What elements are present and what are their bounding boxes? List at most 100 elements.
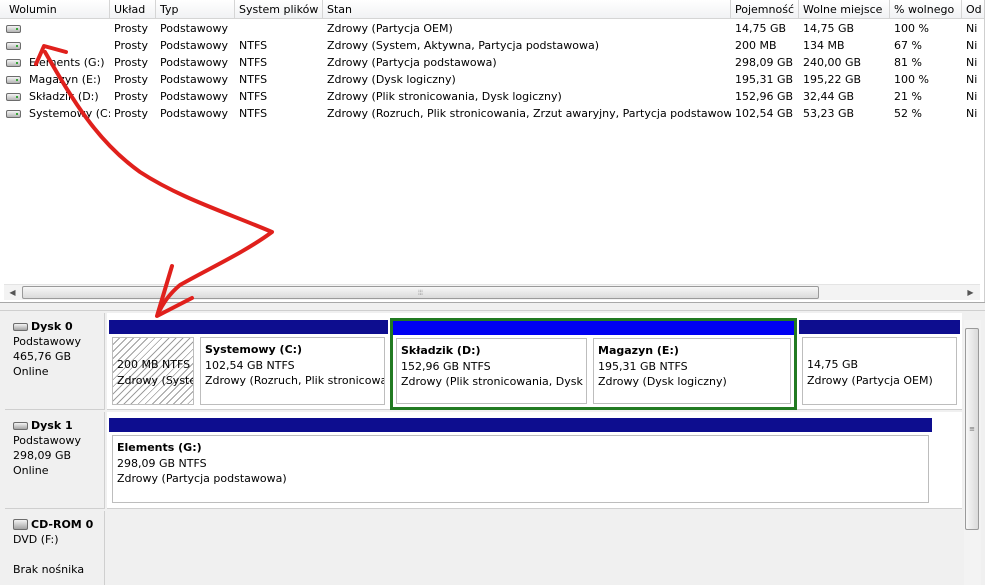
disk-0-type: Podstawowy bbox=[13, 335, 81, 348]
volume-cell-percent-free: 52 % bbox=[894, 107, 922, 120]
partition-type-bar bbox=[109, 418, 932, 432]
partition-type-bar bbox=[799, 320, 960, 334]
disk-0-status: Online bbox=[13, 365, 49, 378]
volume-cell-free-space: 134 MB bbox=[803, 39, 845, 52]
pane-splitter[interactable] bbox=[0, 302, 985, 311]
volume-row[interactable]: Składzik (D:) Prosty Podstawowy NTFS Zdrowy … bbox=[0, 88, 984, 105]
volume-cell-type: Podstawowy bbox=[160, 22, 228, 35]
volume-row[interactable]: Elements (G:) Prosty Podstawowy NTFS Zdrowy … bbox=[0, 54, 984, 71]
cdrom-0-name-row: CD-ROM 0 bbox=[13, 517, 104, 532]
partition-size: 200 MB NTFS bbox=[117, 358, 191, 371]
partition-status: Zdrowy (Dysk logiczny) bbox=[598, 375, 727, 388]
disk-0-label[interactable]: Dysk 0 Podstawowy 465,76 GB Online bbox=[5, 313, 105, 410]
column-header-volume[interactable]: Wolumin bbox=[5, 0, 110, 19]
volume-cell-free-space: 240,00 GB bbox=[803, 56, 862, 69]
vertical-scroll-thumb[interactable]: ≡ bbox=[965, 328, 979, 530]
volume-cell-layout: Prosty bbox=[114, 39, 149, 52]
volume-row[interactable]: Prosty Podstawowy NTFS Zdrowy (System, Akty… bbox=[0, 37, 984, 54]
partition-size: 298,09 GB NTFS bbox=[117, 456, 207, 470]
partition-body: 200 MB NTFS Zdrowy (System, Aktywna, Par… bbox=[112, 337, 194, 405]
volume-cell-filesystem: NTFS bbox=[239, 73, 268, 86]
column-header-type[interactable]: Typ bbox=[156, 0, 235, 19]
volume-cell-filesystem: NTFS bbox=[239, 90, 268, 103]
volume-cell-type: Podstawowy bbox=[160, 39, 228, 52]
partition-title: Magazyn (E:) bbox=[598, 344, 679, 357]
partition-oem[interactable]: 14,75 GB Zdrowy (Partycja OEM) bbox=[799, 320, 960, 408]
volume-cell-volume: Magazyn (E:) bbox=[29, 73, 101, 86]
volume-cell-fault-tolerance: Ni bbox=[966, 39, 978, 52]
disk-0-size: 465,76 GB bbox=[13, 350, 72, 363]
volume-cell-capacity: 102,54 GB bbox=[735, 107, 794, 120]
volume-list-pane: Wolumin Układ Typ System plików Stan Poj… bbox=[0, 0, 985, 302]
column-header-fault-tolerance[interactable]: Od bbox=[962, 0, 984, 19]
volume-cell-capacity: 195,31 GB bbox=[735, 73, 794, 86]
volume-cell-layout: Prosty bbox=[114, 90, 149, 103]
scroll-right-icon[interactable]: ▶ bbox=[962, 285, 979, 301]
volume-cell-type: Podstawowy bbox=[160, 56, 228, 69]
disk-1-name: Dysk 1 bbox=[31, 419, 73, 432]
volume-cell-filesystem: NTFS bbox=[239, 56, 268, 69]
partition-d[interactable]: Składzik (D:) 152,96 GB NTFS Zdrowy (Pli… bbox=[393, 321, 590, 407]
partition-e[interactable]: Magazyn (E:) 195,31 GB NTFS Zdrowy (Dysk… bbox=[590, 321, 794, 407]
horizontal-scrollbar[interactable]: ◀ ⦙⦙⦙ ▶ bbox=[4, 284, 980, 300]
volume-cell-free-space: 32,44 GB bbox=[803, 90, 855, 103]
cdrom-0-name: CD-ROM 0 bbox=[31, 518, 94, 531]
partition-size: 14,75 GB bbox=[807, 358, 859, 371]
partition-type-bar bbox=[109, 320, 197, 334]
column-header-free-space[interactable]: Wolne miejsce bbox=[799, 0, 890, 19]
disk-1-label[interactable]: Dysk 1 Podstawowy 298,09 GB Online bbox=[5, 412, 105, 509]
partition-body: Składzik (D:) 152,96 GB NTFS Zdrowy (Pli… bbox=[396, 338, 587, 404]
volume-cell-type: Podstawowy bbox=[160, 107, 228, 120]
disk-1-name-row: Dysk 1 bbox=[13, 418, 104, 433]
disk-1-partitions: Elements (G:) 298,09 GB NTFS Zdrowy (Par… bbox=[107, 412, 962, 509]
partition-status: Zdrowy (Partycja OEM) bbox=[807, 373, 933, 387]
volume-row[interactable]: Prosty Podstawowy Zdrowy (Partycja OEM) 14,… bbox=[0, 20, 984, 37]
volume-cell-capacity: 152,96 GB bbox=[735, 90, 794, 103]
partition-system-reserved[interactable]: 200 MB NTFS Zdrowy (System, Aktywna, Par… bbox=[109, 320, 197, 408]
volume-cell-percent-free: 21 % bbox=[894, 90, 922, 103]
volume-cell-volume bbox=[5, 37, 110, 54]
volume-cell-filesystem: NTFS bbox=[239, 107, 268, 120]
column-header-capacity[interactable]: Pojemność bbox=[731, 0, 799, 19]
vertical-scrollbar[interactable]: ≡ bbox=[964, 320, 981, 585]
logical-drive-bar bbox=[590, 321, 794, 335]
column-header-layout[interactable]: Układ bbox=[110, 0, 156, 19]
volume-cell-capacity: 14,75 GB bbox=[735, 22, 787, 35]
partition-body: 14,75 GB Zdrowy (Partycja OEM) bbox=[802, 337, 957, 405]
disk-1-status: Online bbox=[13, 464, 49, 477]
column-header-filesystem[interactable]: System plików bbox=[235, 0, 323, 19]
horizontal-scroll-thumb[interactable]: ⦙⦙⦙ bbox=[22, 286, 819, 299]
volume-cell-capacity: 200 MB bbox=[735, 39, 777, 52]
column-header-percent-free[interactable]: % wolnego bbox=[890, 0, 962, 19]
volume-cell-capacity: 298,09 GB bbox=[735, 56, 794, 69]
column-header-status[interactable]: Stan bbox=[323, 0, 731, 19]
volume-cell-percent-free: 100 % bbox=[894, 22, 929, 35]
partition-status: Zdrowy (Rozruch, Plik stronicowania, Zrz… bbox=[205, 374, 385, 387]
volume-cell-status: Zdrowy (System, Aktywna, Partycja podsta… bbox=[327, 39, 600, 52]
partition-body: Magazyn (E:) 195,31 GB NTFS Zdrowy (Dysk… bbox=[593, 338, 791, 404]
volume-cell-percent-free: 67 % bbox=[894, 39, 922, 52]
disk-1-type: Podstawowy bbox=[13, 434, 81, 447]
partition-title: Systemowy (C:) bbox=[205, 343, 303, 356]
volume-cell-fault-tolerance: Ni bbox=[966, 107, 978, 120]
volume-row[interactable]: Magazyn (E:) Prosty Podstawowy NTFS Zdrowy (… bbox=[0, 71, 984, 88]
volume-cell-status: Zdrowy (Dysk logiczny) bbox=[327, 73, 456, 86]
partition-g[interactable]: Elements (G:) 298,09 GB NTFS Zdrowy (Par… bbox=[109, 418, 932, 506]
cd-rom-icon bbox=[13, 519, 28, 530]
partition-size: 152,96 GB NTFS bbox=[401, 359, 491, 373]
volume-cell-percent-free: 81 % bbox=[894, 56, 922, 69]
volume-row[interactable]: Systemowy (C:) Prosty Podstawowy NTFS Zdrowy… bbox=[0, 105, 984, 122]
partition-size: 102,54 GB NTFS bbox=[205, 358, 295, 372]
logical-drive-bar bbox=[393, 321, 590, 335]
volume-cell-fault-tolerance: Ni bbox=[966, 73, 978, 86]
partition-status: Zdrowy (System, Aktywna, Partycja podsta… bbox=[117, 373, 193, 387]
volume-cell-volume: Systemowy (C:) bbox=[29, 107, 110, 120]
volume-cell-fault-tolerance: Ni bbox=[966, 56, 978, 69]
volume-cell-free-space: 195,22 GB bbox=[803, 73, 862, 86]
partition-size: 195,31 GB NTFS bbox=[598, 359, 688, 373]
disk-0-name: Dysk 0 bbox=[31, 320, 73, 333]
partition-c[interactable]: Systemowy (C:) 102,54 GB NTFS Zdrowy (Ro… bbox=[197, 320, 388, 408]
volume-cell-status: Zdrowy (Plik stronicowania, Dysk logiczn… bbox=[327, 90, 562, 103]
cdrom-0-label[interactable]: CD-ROM 0 DVD (F:) Brak nośnika bbox=[5, 511, 105, 585]
scroll-left-icon[interactable]: ◀ bbox=[4, 285, 21, 301]
